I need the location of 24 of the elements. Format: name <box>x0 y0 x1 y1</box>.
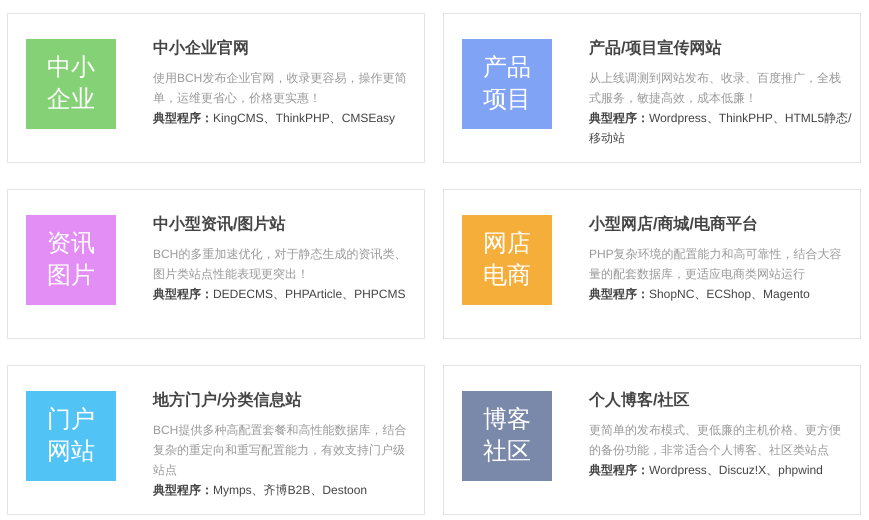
typical-programs: 典型程序：DEDECMS、PHPArticle、PHPCMS <box>153 286 406 303</box>
card-description: 使用BCH发布企业官网，收录更容易，操作更简单，运维更省心，价格更实惠！ <box>153 70 408 107</box>
card-description: 更简单的发布模式、更低廉的主机价格、更方便的备份功能，非常适合个人博客、社区类站点 <box>589 422 842 459</box>
card-description: PHP复杂环境的配置能力和高可靠性，结合大容量的配套数据库，更适应电商类网站运行 <box>589 246 843 283</box>
typical-programs: 典型程序：Wordpress、ThinkPHP、HTML5静态/移动站 <box>589 110 852 147</box>
card-description: BCH的多重加速优化，对于静态生成的资讯类、图片类站点性能表现更突出！ <box>153 246 408 283</box>
category-tile: 中小企业 <box>26 39 116 129</box>
category-tile: 博客社区 <box>462 391 552 481</box>
category-tile: 网店电商 <box>462 215 552 305</box>
typical-programs: 典型程序：ShopNC、ECShop、Magento <box>589 286 811 303</box>
card-title: 小型网店/商城/电商平台 <box>589 215 758 235</box>
category-tile: 产品项目 <box>462 39 552 129</box>
card-title: 地方门户/分类信息站 <box>153 391 302 411</box>
card-description: BCH提供多种高配置套餐和高性能数据库，结合复杂的重定向和重写配置能力，有效支持门户级站点 <box>153 422 408 479</box>
typical-programs: 典型程序：KingCMS、ThinkPHP、CMSEasy <box>153 110 396 127</box>
typical-programs: 典型程序：Mymps、齐博B2B、Destoon <box>153 482 368 499</box>
card-description: 从上线调测到网站发布、收录、百度推广，全栈式服务，敏捷高效，成本低廉！ <box>589 70 842 107</box>
card-title: 产品/项目宣传网站 <box>589 39 722 59</box>
card-title: 个人博客/社区 <box>589 391 690 411</box>
category-tile: 资讯图片 <box>26 215 116 305</box>
card-title: 中小型资讯/图片站 <box>153 215 286 235</box>
card-title: 中小企业官网 <box>153 39 249 59</box>
category-tile: 门户网站 <box>26 391 116 481</box>
typical-programs: 典型程序：Wordpress、Discuz!X、phpwind <box>589 462 824 479</box>
